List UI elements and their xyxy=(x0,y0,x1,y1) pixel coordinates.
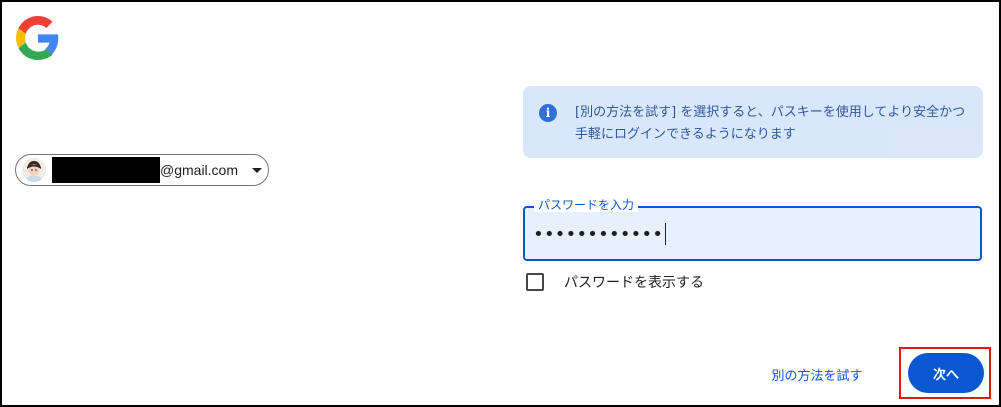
next-button[interactable]: 次へ xyxy=(908,353,984,393)
google-g-logo-icon xyxy=(16,16,59,60)
password-label: パスワードを入力 xyxy=(534,198,639,212)
passkey-info-banner: i [別の方法を試す] を選択すると、パスキーを使用してより安全かつ手軽にログイ… xyxy=(523,86,983,158)
password-field[interactable]: •••••••••••• xyxy=(523,206,982,261)
text-cursor xyxy=(665,223,667,245)
password-input[interactable]: •••••••••••• xyxy=(533,218,953,250)
password-value: •••••••••••• xyxy=(533,223,664,245)
account-chip[interactable]: @gmail.com xyxy=(15,154,269,186)
chevron-down-icon xyxy=(252,167,263,173)
try-another-way-button[interactable]: 別の方法を試す xyxy=(754,354,880,394)
show-password-label: パスワードを表示する xyxy=(564,275,704,291)
user-avatar-icon xyxy=(22,158,46,182)
redacted-username xyxy=(52,157,160,183)
show-password-checkbox[interactable] xyxy=(526,273,544,291)
show-password-toggle[interactable]: パスワードを表示する xyxy=(526,272,704,292)
email-domain: @gmail.com xyxy=(160,162,239,178)
login-frame: @gmail.com i [別の方法を試す] を選択すると、パスキーを使用してよ… xyxy=(0,0,1001,407)
info-message: [別の方法を試す] を選択すると、パスキーを使用してより安全かつ手軽にログインで… xyxy=(575,105,966,142)
info-icon: i xyxy=(539,104,557,122)
